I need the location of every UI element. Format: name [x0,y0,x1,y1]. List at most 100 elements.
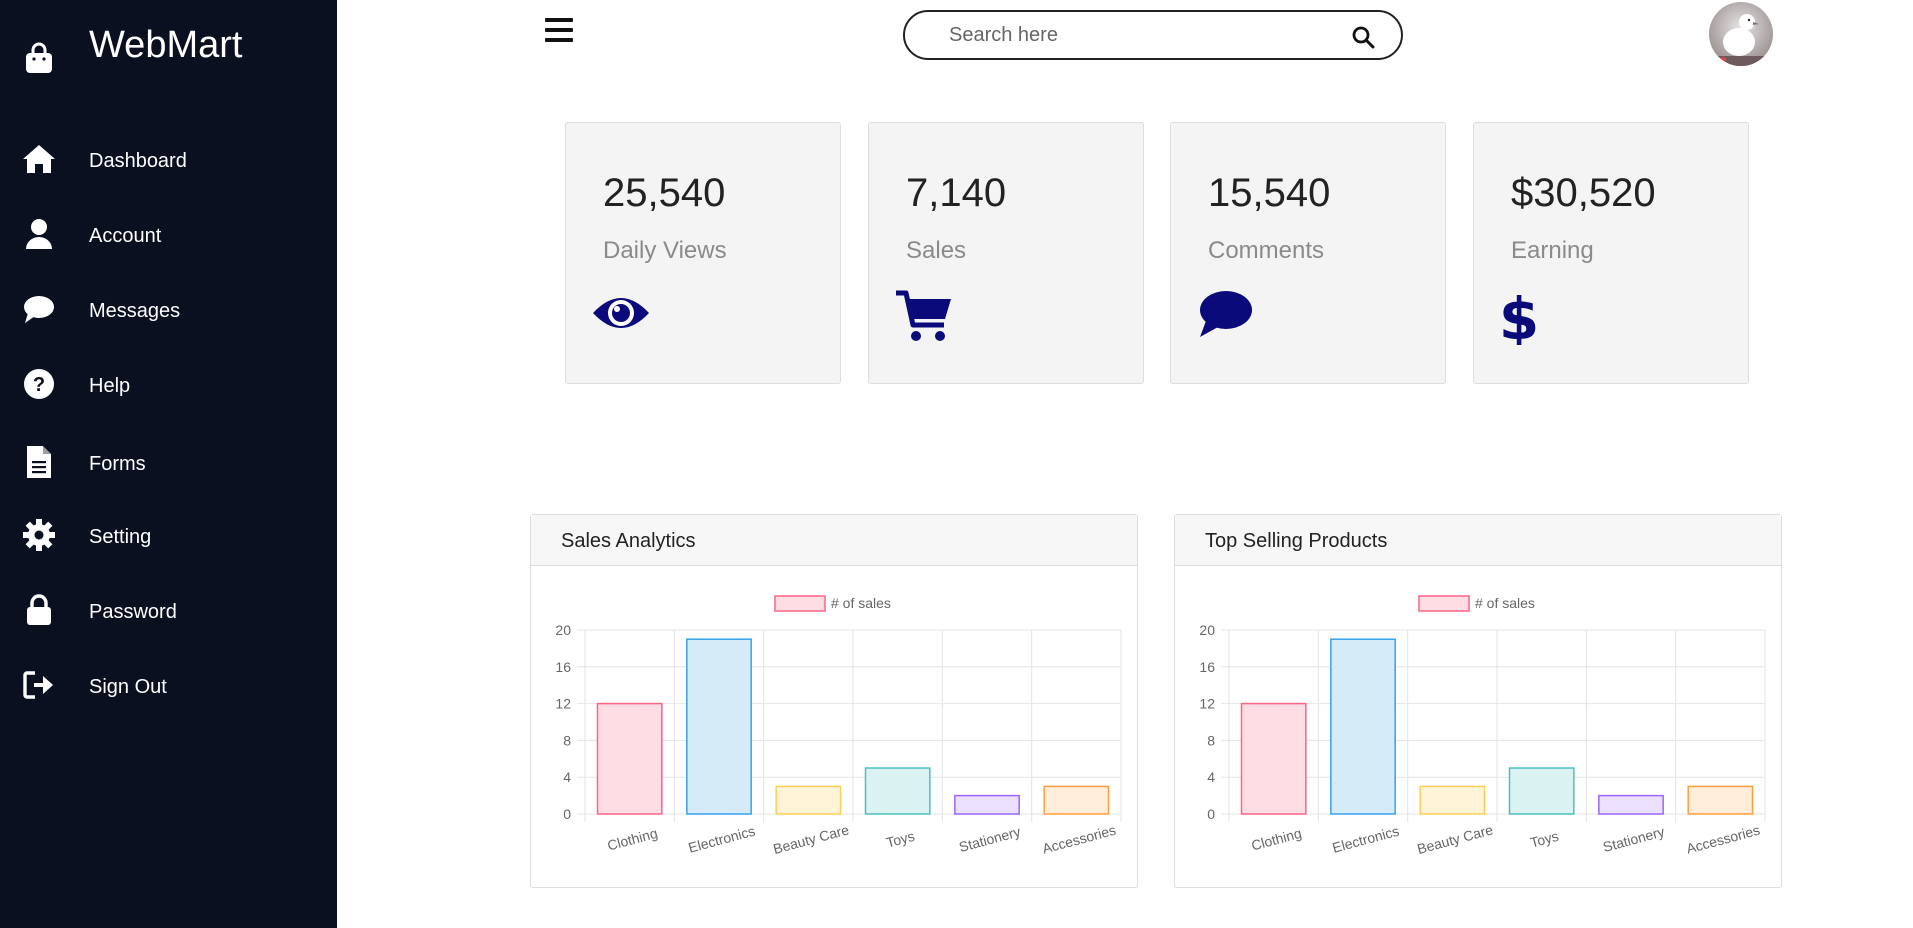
x-tick-label: Electronics [687,823,757,856]
x-tick-label: Clothing [1249,825,1303,854]
comment-icon [1196,289,1254,344]
sidebar-item-label: Dashboard [89,150,187,172]
sidebar-item-label: Setting [89,526,152,548]
x-tick-label: Stationery [1601,823,1666,855]
sidebar-item-messages[interactable]: Messages [0,280,337,340]
document-icon [22,445,56,479]
svg-text:?: ? [33,374,45,396]
panel-header: Sales Analytics [531,515,1137,566]
sidebar-item-label: Help [89,375,131,397]
sidebar-item-label: Forms [89,453,146,475]
shopping-bag-icon [24,42,54,79]
x-tick-label: Stationery [957,823,1022,855]
x-tick-label: Clothing [605,825,659,854]
y-tick-label: 4 [563,769,571,785]
y-tick-label: 12 [555,696,571,712]
x-tick-label: Toys [884,828,916,851]
y-tick-label: 20 [1199,622,1215,638]
menu-toggle-icon[interactable] [543,18,575,48]
sales-analytics-panel: Sales Analytics # of sales 0 4 8 12 16 20 Cloth… [530,514,1138,888]
brand-title: WebMart [89,24,243,66]
bar [864,767,931,815]
y-tick-label: 0 [1207,806,1215,822]
y-tick-label: 4 [1207,769,1215,785]
stat-card-comments: 15,540 Comments [1170,122,1446,384]
bar [1598,794,1664,815]
eye-icon [591,289,651,342]
stat-card-sales: 7,140 Sales [868,122,1144,384]
x-tick-label: Toys [1528,828,1560,851]
stat-label: Comments [1208,237,1325,264]
bar [954,794,1020,815]
legend-label: # of sales [1475,595,1535,611]
stat-label: Sales [906,237,967,264]
x-tick-label: Beauty Care [1415,821,1495,857]
stat-value: 25,540 [603,171,726,215]
y-tick-label: 8 [1207,732,1215,748]
y-tick-label: 0 [563,806,571,822]
legend-label: # of sales [831,595,891,611]
panel-title: Top Selling Products [1205,530,1388,552]
x-tick-label: Beauty Care [771,821,851,857]
stat-card-daily-views: 25,540 Daily Views [565,122,841,384]
y-tick-label: 12 [1199,696,1215,712]
stat-card-earning: $30,520 Earning $ [1473,122,1749,384]
sidebar-item-password[interactable]: Password [0,581,337,641]
x-tick-label: Electronics [1331,823,1401,856]
sidebar: WebMart Dashboard Account Messages ? Hel… [0,0,337,928]
top-selling-products-panel: Top Selling Products # of sales 0 4 8 12 16 20… [1174,514,1782,888]
sidebar-item-setting[interactable]: Setting [0,506,337,566]
dollar-icon: $ [1499,285,1539,353]
sidebar-item-label: Password [89,601,177,623]
bar [1043,785,1110,815]
stat-value: 7,140 [906,171,1007,215]
bar [596,702,663,815]
chart-legend: # of sales [1418,595,1535,612]
bar [1508,767,1575,815]
sidebar-item-sign-out[interactable]: Sign Out [0,656,337,716]
bar [775,785,842,815]
gear-icon [22,518,56,552]
sales-analytics-chart: # of sales 0 4 8 12 16 20 Clothing Electronics Be… [555,595,1122,857]
search-icon[interactable] [1351,25,1375,54]
y-tick-label: 16 [555,659,571,675]
y-tick-label: 8 [563,732,571,748]
bar [1687,785,1754,815]
sidebar-item-account[interactable]: Account [0,205,337,265]
stat-label: Daily Views [603,237,727,264]
x-tick-label: Accessories [1041,822,1118,857]
stat-value: $30,520 [1511,171,1656,215]
chat-icon [22,292,56,326]
panel-title: Sales Analytics [561,530,696,552]
x-tick-label: Accessories [1685,822,1762,857]
bar [1330,638,1396,815]
cart-icon [894,289,954,350]
y-tick-label: 20 [555,622,571,638]
brand[interactable]: WebMart [0,0,337,100]
search-input[interactable] [949,22,1329,48]
search-bar [903,10,1403,60]
sidebar-item-label: Sign Out [89,676,167,698]
sidebar-item-forms[interactable]: Forms [0,433,337,493]
top-selling-products-chart: # of sales 0 4 8 12 16 20 Clothing Electronics Be… [1199,595,1766,857]
panel-header: Top Selling Products [1175,515,1781,566]
question-icon: ? [22,367,56,401]
home-icon [22,142,56,176]
stat-value: 15,540 [1208,171,1331,215]
sidebar-item-help[interactable]: ? Help [0,355,337,415]
lock-icon [22,593,56,627]
bar [1240,702,1307,815]
chart-legend: # of sales [774,595,891,612]
svg-text:$: $ [1499,289,1539,345]
sign-out-icon [22,668,56,702]
avatar[interactable] [1709,2,1773,66]
bar [1419,785,1486,815]
y-tick-label: 16 [1199,659,1215,675]
legend-swatch [774,595,826,612]
sidebar-item-label: Account [89,225,162,247]
user-icon [22,217,56,251]
bar [686,638,752,815]
sidebar-item-label: Messages [89,300,181,322]
sidebar-item-dashboard[interactable]: Dashboard [0,130,337,190]
stat-label: Earning [1511,237,1594,264]
